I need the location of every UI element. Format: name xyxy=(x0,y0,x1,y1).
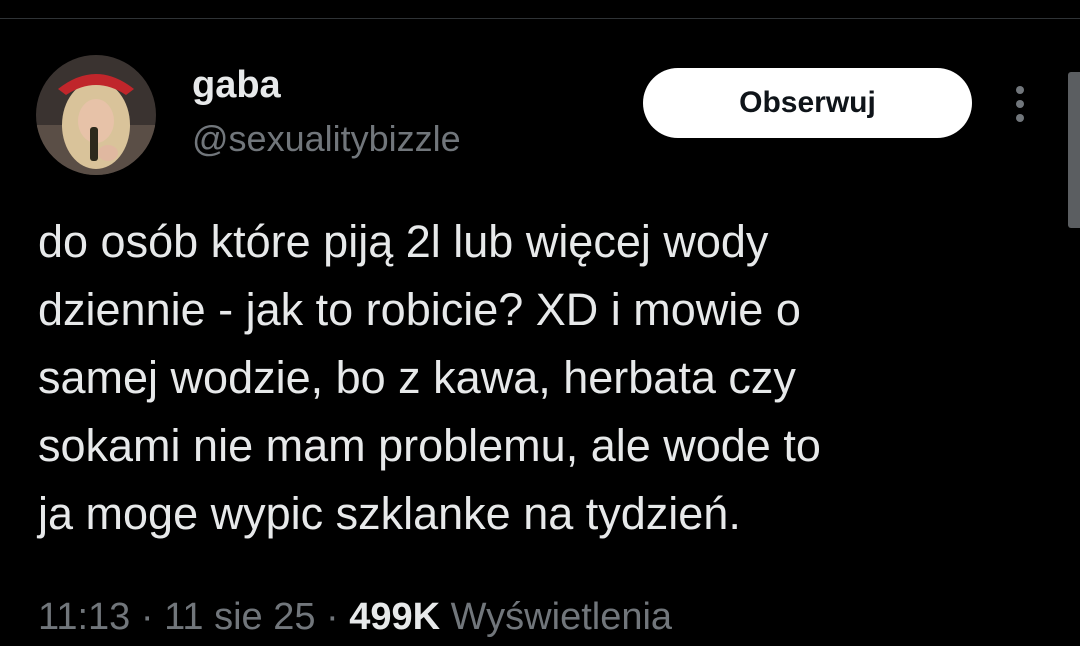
views-label[interactable]: Wyświetlenia xyxy=(440,596,672,638)
tweet-meta: 11:13 · 11 sie 25 · 499K Wyświetlenia xyxy=(38,593,672,641)
follow-button[interactable]: Obserwuj xyxy=(643,68,972,138)
tweet-text-line: sokami nie mam problemu, ale wode to xyxy=(38,420,821,471)
tweet-date[interactable]: 11 sie 25 xyxy=(164,596,315,638)
top-divider xyxy=(0,18,1080,19)
tweet-time[interactable]: 11:13 xyxy=(38,596,130,638)
scrollbar-thumb[interactable] xyxy=(1068,72,1080,228)
author-handle[interactable]: @sexualitybizzle xyxy=(192,117,461,161)
author-display-name[interactable]: gaba xyxy=(192,62,281,108)
tweet-text: do osób które piją 2l lub więcej wody dz… xyxy=(38,208,1038,548)
tweet-text-line: ja moge wypic szklanke na tydzień. xyxy=(38,488,741,539)
tweet-text-line: do osób które piją 2l lub więcej wody xyxy=(38,216,769,267)
avatar-image xyxy=(36,55,156,175)
tweet-text-line: dziennie - jak to robicie? XD i mowie o xyxy=(38,284,801,335)
tweet-text-line: samej wodzie, bo z kawa, herbata czy xyxy=(38,352,796,403)
more-vertical-icon[interactable] xyxy=(1008,84,1032,124)
avatar[interactable] xyxy=(36,55,156,175)
meta-separator: · xyxy=(130,596,165,638)
views-count[interactable]: 499K xyxy=(349,596,440,638)
meta-separator: · xyxy=(315,596,350,638)
